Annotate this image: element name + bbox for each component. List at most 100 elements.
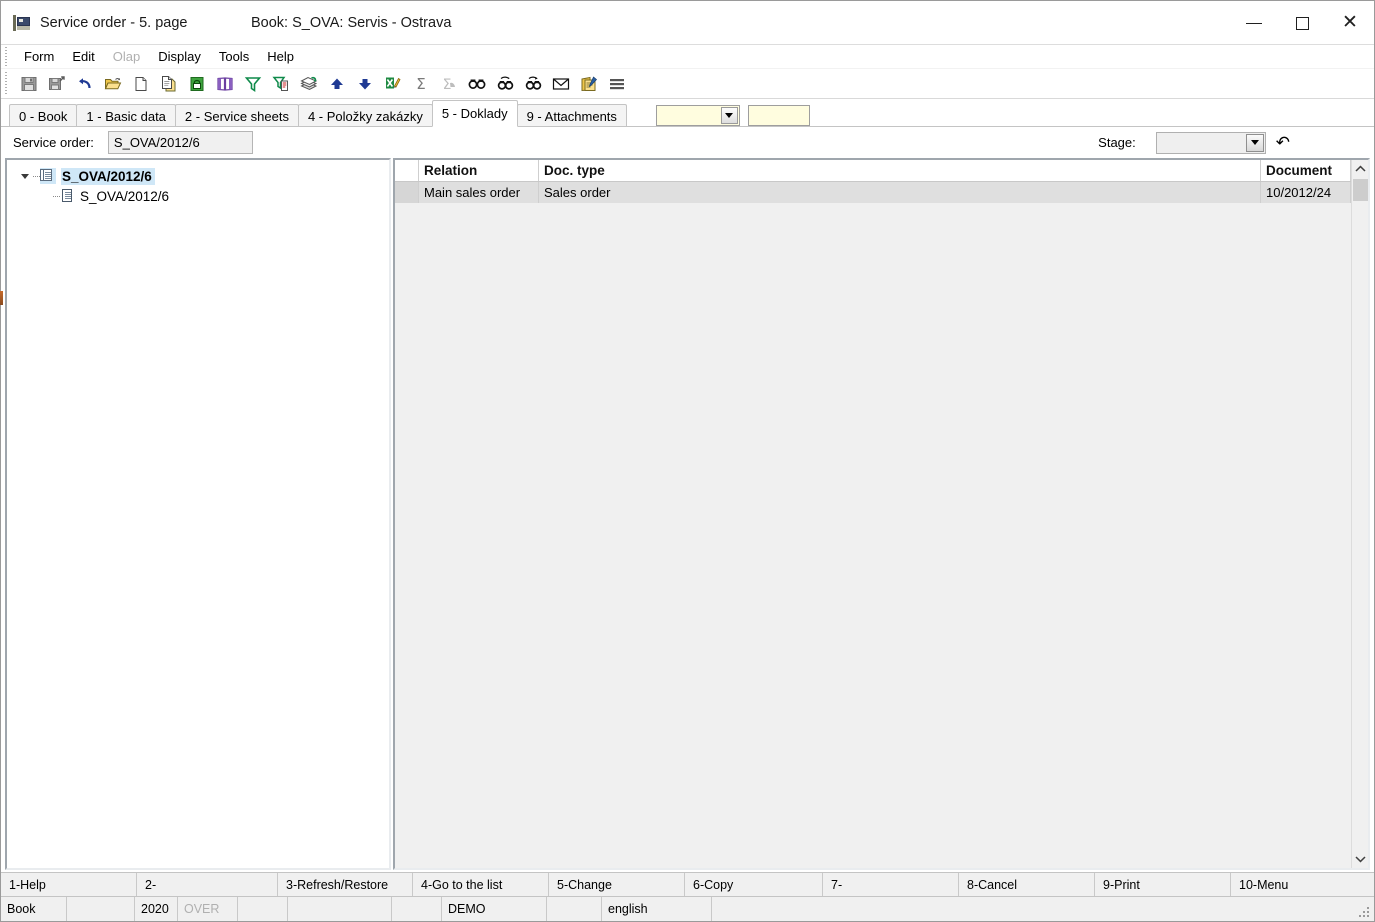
documents-grid[interactable]: Relation Doc. type Document Main sales o…	[395, 160, 1351, 868]
document-tree-panel[interactable]: S_OVA/2012/6 S_OVA/2012/6	[5, 158, 391, 870]
status-empty-4	[392, 897, 442, 921]
close-button[interactable]: ✕	[1326, 1, 1374, 45]
stage-label: Stage:	[1098, 135, 1136, 150]
documents-stack-icon	[40, 168, 56, 184]
save-and-close-button[interactable]	[43, 71, 71, 97]
window-controls: ✕	[1230, 1, 1374, 45]
tab-1-basic-data[interactable]: 1 - Basic data	[76, 104, 176, 127]
chevron-down-icon[interactable]	[17, 173, 33, 179]
find-button[interactable]	[463, 71, 491, 97]
find-next-button[interactable]	[491, 71, 519, 97]
grid-header-row: Relation Doc. type Document	[395, 160, 1351, 182]
chevron-down-icon[interactable]	[1245, 133, 1264, 152]
send-mail-button[interactable]	[547, 71, 575, 97]
cell-relation: Main sales order	[419, 182, 539, 203]
menu-item-edit[interactable]: Edit	[63, 47, 103, 66]
fkey-10-menu[interactable]: 10-Menu	[1231, 873, 1374, 896]
document-icon	[60, 188, 74, 204]
status-empty-1	[67, 897, 135, 921]
tree-node-root[interactable]: S_OVA/2012/6	[7, 166, 389, 186]
save-button[interactable]	[15, 71, 43, 97]
status-year: 2020	[135, 897, 178, 921]
find-previous-button[interactable]	[519, 71, 547, 97]
fkey-6-copy[interactable]: 6-Copy	[685, 873, 823, 896]
filter-button[interactable]	[239, 71, 267, 97]
tabstrip-fields	[655, 105, 810, 126]
grid-empty-area	[395, 203, 1351, 868]
copy-document-button[interactable]	[155, 71, 183, 97]
book-button[interactable]	[211, 71, 239, 97]
menu-lines-icon	[610, 78, 624, 89]
chevron-down-icon[interactable]	[720, 107, 738, 124]
fkey-9-print[interactable]: 9-Print	[1095, 873, 1231, 896]
edit-filter-button[interactable]	[267, 71, 295, 97]
scrollbar-thumb[interactable]	[1352, 179, 1368, 201]
resize-grip-icon[interactable]	[1359, 907, 1371, 919]
fkey-2[interactable]: 2-	[137, 873, 278, 896]
open-button[interactable]	[99, 71, 127, 97]
status-empty-2	[238, 897, 288, 921]
status-empty-5	[547, 897, 602, 921]
minimize-button[interactable]	[1230, 1, 1278, 45]
column-header-doc-type[interactable]: Doc. type	[539, 160, 1261, 181]
chevron-up-icon[interactable]	[1352, 160, 1369, 178]
close-icon: ✕	[1342, 11, 1358, 33]
menu-item-form[interactable]: Form	[15, 47, 63, 66]
move-down-button[interactable]	[351, 71, 379, 97]
status-empty-6	[712, 897, 1374, 921]
fkey-4-go-to-the-list[interactable]: 4-Go to the list	[413, 873, 549, 896]
header-row: Service order: S_OVA/2012/6 Stage: ↶	[1, 126, 1374, 158]
toolbar: Σ Σ	[1, 69, 1374, 99]
tabstrip-combo[interactable]	[655, 105, 740, 126]
fkey-1-help[interactable]: 1-Help	[1, 873, 137, 896]
new-document-button[interactable]	[127, 71, 155, 97]
find-icon	[468, 79, 486, 89]
column-header-relation[interactable]: Relation	[419, 160, 539, 181]
lock-button[interactable]	[183, 71, 211, 97]
tab-5-doklady[interactable]: 5 - Doklady	[431, 100, 518, 127]
menu-item-help[interactable]: Help	[258, 47, 303, 66]
stage-combo[interactable]	[1155, 131, 1266, 154]
title-bar: Service order - 5. page Book: S_OVA: Ser…	[1, 1, 1374, 45]
fkey-8-cancel[interactable]: 8-Cancel	[959, 873, 1095, 896]
window-title: Service order - 5. page	[40, 14, 188, 31]
sum-filtered-button[interactable]: Σ	[435, 71, 463, 97]
fkey-7[interactable]: 7-	[823, 873, 959, 896]
tab-2-service-sheets[interactable]: 2 - Service sheets	[174, 104, 299, 127]
export-excel-button[interactable]	[379, 71, 407, 97]
fkey-5-change[interactable]: 5-Change	[549, 873, 685, 896]
grid-vertical-scrollbar[interactable]	[1351, 160, 1368, 868]
documents-grid-panel: Relation Doc. type Document Main sales o…	[393, 158, 1370, 870]
maximize-button[interactable]	[1278, 1, 1326, 45]
fkey-3-refresh-restore[interactable]: 3-Refresh/Restore	[278, 873, 413, 896]
tree-node-child[interactable]: S_OVA/2012/6	[7, 186, 389, 206]
status-language: english	[602, 897, 712, 921]
tree-node-label: S_OVA/2012/6	[61, 167, 155, 185]
lock-icon	[190, 76, 204, 91]
chevron-down-icon[interactable]	[1352, 850, 1369, 868]
tab-0-book[interactable]: 0 - Book	[9, 104, 78, 127]
column-header-document[interactable]: Document	[1261, 160, 1351, 181]
sum-button[interactable]: Σ	[407, 71, 435, 97]
filter-icon	[244, 76, 262, 92]
filter-edit-icon	[272, 76, 288, 91]
notes-button[interactable]	[575, 71, 603, 97]
service-order-field[interactable]: S_OVA/2012/6	[107, 131, 253, 154]
status-bar: Book 2020 OVER DEMO english	[1, 896, 1374, 921]
menu-item-tools[interactable]: Tools	[210, 47, 258, 66]
table-row[interactable]: Main sales order Sales order 10/2012/24	[395, 182, 1351, 203]
tab-4-polozky-zakazky[interactable]: 4 - Položky zakázky	[297, 104, 433, 127]
book-title: Book: S_OVA: Servis - Ostrava	[251, 14, 452, 31]
tab-strip: 0 - Book 1 - Basic data 2 - Service shee…	[1, 99, 1374, 127]
tab-9-attachments[interactable]: 9 - Attachments	[516, 104, 627, 127]
print-stack-icon	[300, 76, 318, 90]
menu-lines-button[interactable]	[603, 71, 631, 97]
tree-connector	[53, 195, 60, 197]
tabstrip-field[interactable]	[747, 105, 810, 126]
find-next-icon	[497, 76, 514, 90]
move-up-button[interactable]	[323, 71, 351, 97]
undo-button[interactable]	[71, 71, 99, 97]
undo-history-icon[interactable]: ↶	[1276, 134, 1290, 151]
print-button[interactable]	[295, 71, 323, 97]
menu-item-display[interactable]: Display	[149, 47, 210, 66]
